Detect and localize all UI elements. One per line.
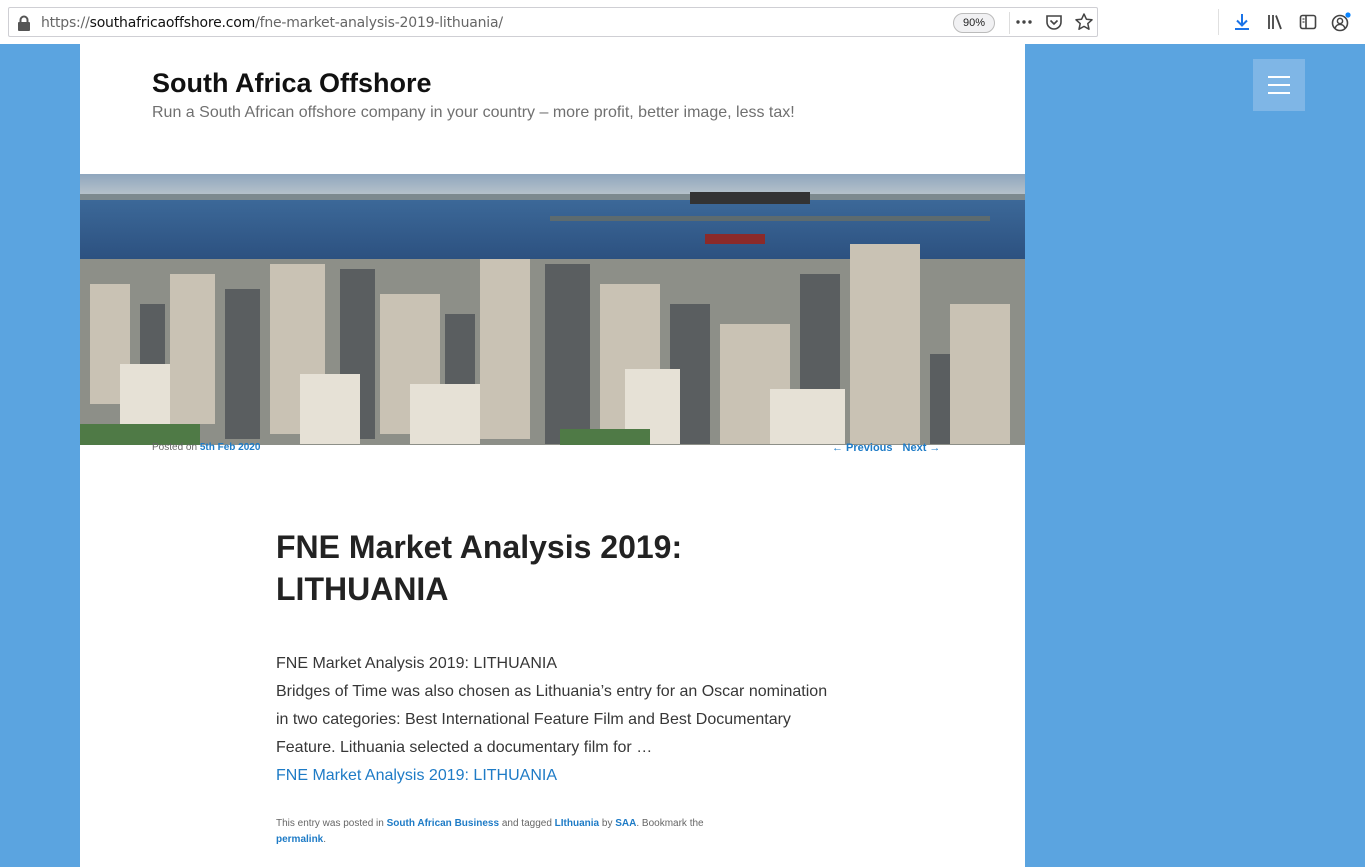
footer-text: by	[599, 818, 616, 829]
star-icon[interactable]	[1074, 12, 1094, 32]
next-post-link[interactable]: Next →	[903, 442, 941, 454]
url-text[interactable]: https://southafricaoffshore.com/fne-mark…	[41, 15, 503, 31]
url-prefix: https://	[41, 15, 90, 31]
footer-text: .	[323, 834, 327, 845]
more-dots-icon[interactable]	[1014, 12, 1034, 32]
account-icon[interactable]	[1330, 12, 1351, 32]
previous-post-link[interactable]: ← Previous	[832, 442, 893, 454]
url-path: /fne-market-analysis-2019-lithuania/	[255, 15, 503, 31]
menu-bar	[1268, 92, 1290, 94]
post-date-link[interactable]: 5th Feb 2020	[200, 442, 261, 453]
menu-bar	[1268, 76, 1290, 78]
url-host: southafricaoffshore.com	[89, 15, 256, 31]
footer-text: . Bookmark the	[636, 818, 704, 829]
entry-content: FNE Market Analysis 2019: LITHUANIA Brid…	[276, 650, 836, 790]
page-card: South Africa Offshore Run a South Africa…	[80, 44, 1025, 867]
entry-first-line: FNE Market Analysis 2019: LITHUANIA	[276, 655, 557, 672]
posted-on-label: Posted on	[152, 442, 198, 453]
header-image[interactable]	[80, 174, 1025, 445]
entry-footer: This entry was posted in South African B…	[276, 816, 836, 848]
entry-excerpt: Bridges of Time was also chosen as Lithu…	[276, 683, 828, 756]
zoom-badge[interactable]: 90%	[953, 13, 995, 33]
site-description: Run a South African offshore company in …	[152, 104, 795, 121]
permalink-link[interactable]: permalink	[276, 834, 323, 845]
entry-title[interactable]: FNE Market Analysis 2019: LITHUANIA	[276, 526, 836, 610]
post-meta: Posted on 5th Feb 2020	[152, 442, 260, 453]
read-more-link[interactable]: FNE Market Analysis 2019: LITHUANIA	[276, 762, 836, 790]
url-bar[interactable]: https://southafricaoffshore.com/fne-mark…	[8, 7, 1098, 37]
library-icon[interactable]	[1265, 12, 1285, 32]
toolbar-separator	[1218, 9, 1219, 35]
menu-bar	[1268, 84, 1290, 86]
tag-link[interactable]: LIthuania	[555, 818, 599, 829]
browser-toolbar: https://southafricaoffshore.com/fne-mark…	[0, 0, 1365, 44]
menu-icon[interactable]	[1253, 59, 1305, 111]
post-navigation: ← Previous Next →	[832, 442, 940, 454]
pocket-icon[interactable]	[1044, 12, 1064, 32]
footer-text: and tagged	[499, 818, 555, 829]
lock-icon[interactable]	[17, 15, 31, 31]
sidebar-icon[interactable]	[1298, 12, 1318, 32]
site-title[interactable]: South Africa Offshore	[152, 68, 432, 99]
footer-text: This entry was posted in	[276, 818, 387, 829]
author-link[interactable]: SAA	[615, 818, 636, 829]
download-icon[interactable]	[1232, 12, 1252, 32]
url-separator	[1009, 12, 1010, 34]
category-link[interactable]: South African Business	[387, 818, 499, 829]
